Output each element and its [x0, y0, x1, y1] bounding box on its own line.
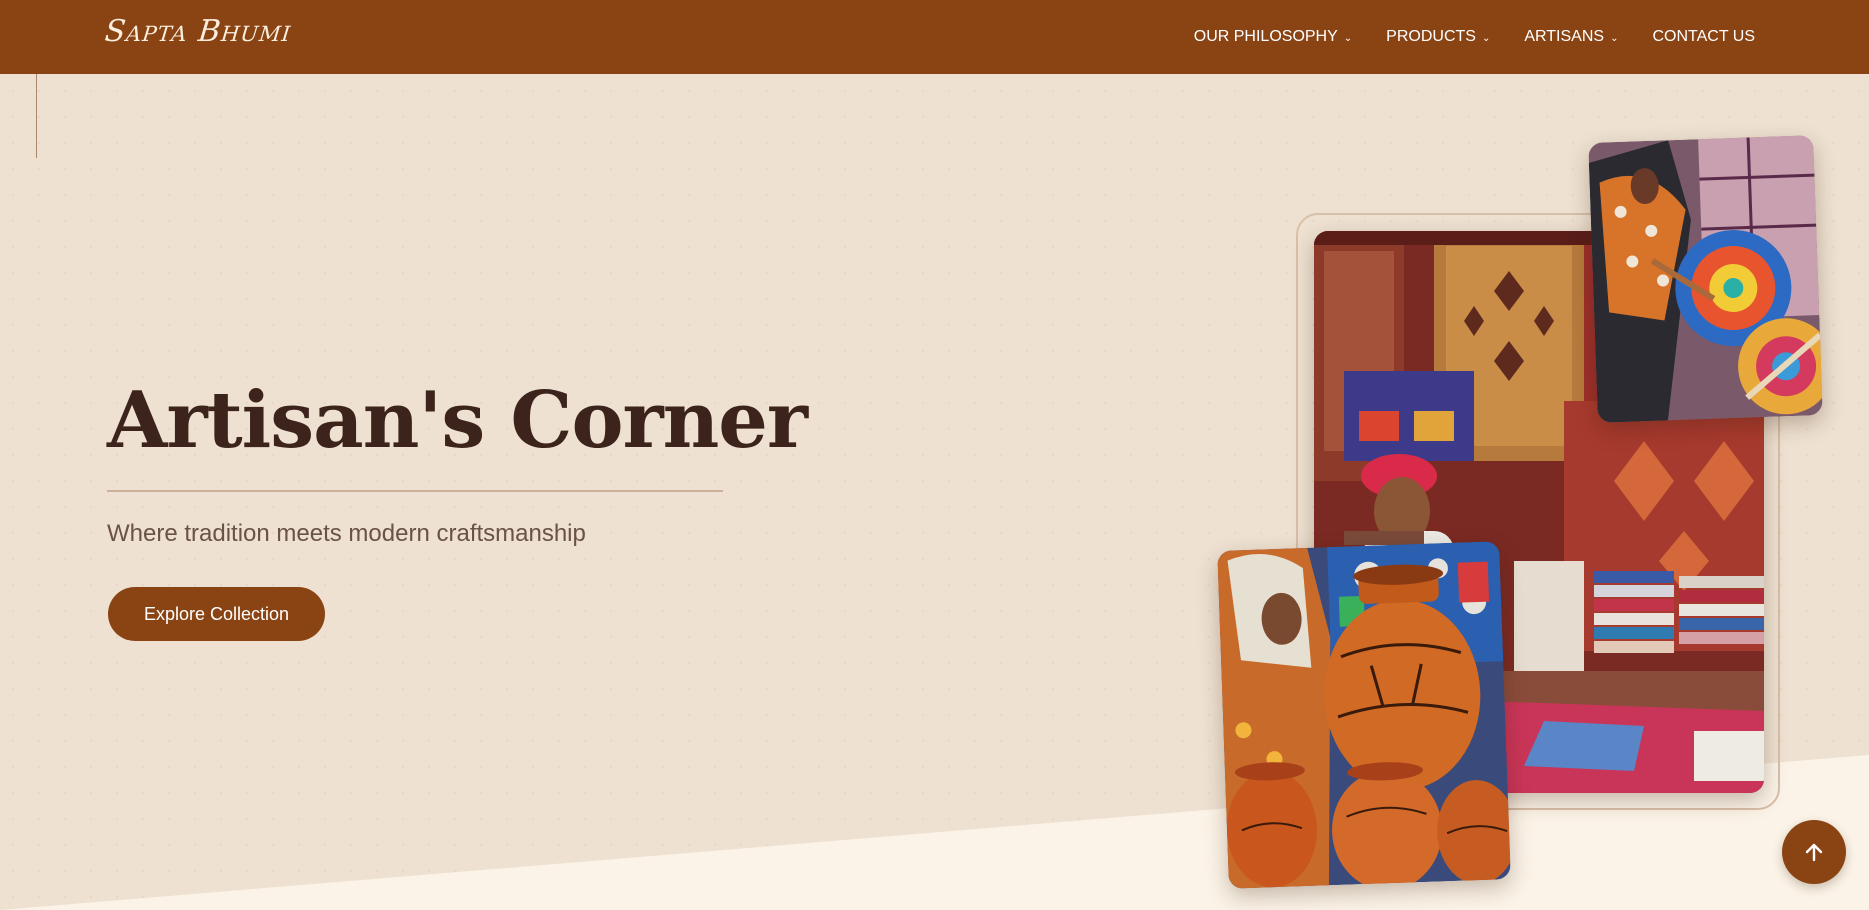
nav-item-label: ARTISANS	[1524, 28, 1605, 45]
chevron-down-icon: ⌄	[1481, 32, 1491, 44]
nav-item-our-philosophy[interactable]: OUR PHILOSOPHY ⌄	[1194, 28, 1352, 46]
brand-logo[interactable]: Sapta Bhumi	[103, 14, 293, 49]
title-divider	[107, 490, 723, 492]
hero-title: Artisan's Corner	[107, 375, 808, 466]
top-navbar: Sapta Bhumi OUR PHILOSOPHY ⌄ PRODUCTS ⌄ …	[0, 0, 1869, 74]
hero-subtitle: Where tradition meets modern craftsmansh…	[107, 520, 586, 547]
page: Sapta Bhumi OUR PHILOSOPHY ⌄ PRODUCTS ⌄ …	[0, 0, 1869, 910]
artisan-painting-fans-photo	[1588, 135, 1823, 423]
scroll-to-top-button[interactable]	[1782, 820, 1846, 884]
arrow-up-icon	[1805, 843, 1823, 862]
chevron-down-icon: ⌄	[1343, 32, 1353, 44]
explore-collection-button[interactable]: Explore Collection	[108, 587, 325, 641]
nav-item-label: CONTACT US	[1652, 28, 1755, 45]
nav-item-label: OUR PHILOSOPHY	[1193, 28, 1338, 45]
main-nav: OUR PHILOSOPHY ⌄ PRODUCTS ⌄ ARTISANS ⌄ C…	[1160, 0, 1755, 74]
decorative-vertical-line	[36, 74, 37, 158]
chevron-down-icon: ⌄	[1610, 32, 1619, 44]
nav-item-label: PRODUCTS	[1386, 28, 1476, 45]
nav-item-artisans[interactable]: ARTISANS ⌄	[1524, 28, 1618, 46]
nav-item-products[interactable]: PRODUCTS ⌄	[1386, 28, 1490, 46]
artisan-painting-pottery-photo	[1217, 541, 1511, 889]
nav-item-contact-us[interactable]: CONTACT US	[1652, 28, 1755, 46]
